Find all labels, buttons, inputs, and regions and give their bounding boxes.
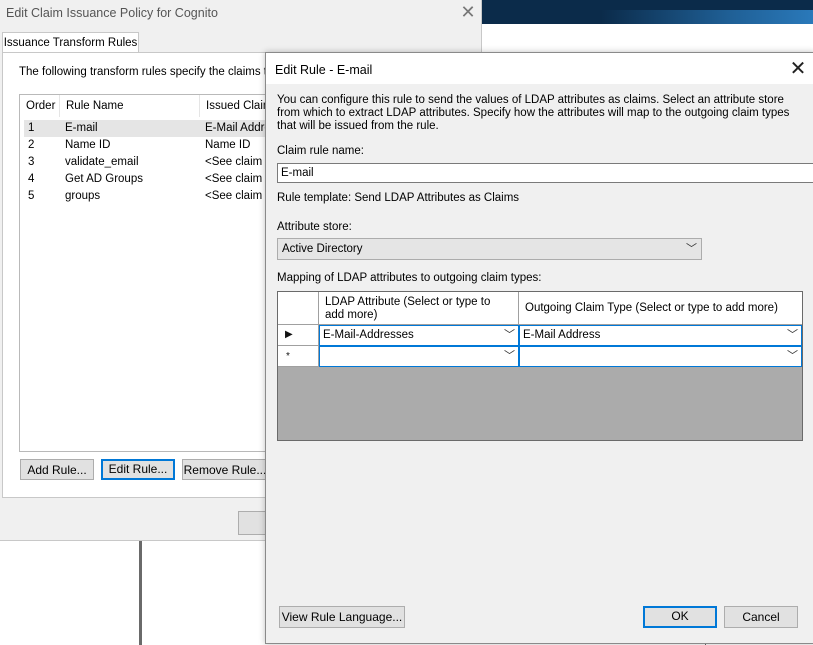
rule-issued: <See claim ru	[205, 190, 271, 202]
row-header[interactable]: *	[278, 346, 319, 367]
edit-rule-dialog: Edit Rule - E-mail ✕ You can configure t…	[265, 52, 813, 644]
rule-order: 2	[28, 139, 35, 151]
ldap-attribute-combo[interactable]: E-Mail-Addresses ﹀	[319, 325, 519, 346]
rule-name: groups	[65, 190, 101, 202]
dialog-title: Edit Rule - E-mail	[275, 63, 373, 77]
title-bar: Edit Rule - E-mail ✕	[266, 53, 813, 84]
rule-name: Get AD Groups	[65, 173, 143, 185]
table-row[interactable]: 3 validate_email <See claim ru	[24, 154, 270, 171]
rule-template-text: Rule template: Send LDAP Attributes as C…	[277, 192, 520, 204]
rule-name: Name ID	[65, 139, 111, 151]
attribute-store-value: Active Directory	[282, 243, 363, 255]
chevron-down-icon: ﹀	[504, 350, 515, 362]
rule-description: You can configure this rule to send the …	[277, 94, 790, 132]
claim-rule-name-input[interactable]: E-mail	[277, 163, 813, 183]
dialog-title: Edit Claim Issuance Policy for Cognito	[6, 6, 218, 20]
table-row[interactable]: 5 groups <See claim ru	[24, 188, 270, 205]
column-header-outgoing-claim-type[interactable]: Outgoing Claim Type (Select or type to a…	[519, 292, 802, 325]
rule-order: 4	[28, 173, 35, 185]
chevron-down-icon: ﹀	[686, 243, 697, 255]
mapping-grid[interactable]: LDAP Attribute (Select or type to add mo…	[277, 291, 803, 441]
claim-rule-name-label: Claim rule name:	[277, 145, 364, 157]
mapping-label: Mapping of LDAP attributes to outgoing c…	[277, 272, 542, 284]
outgoing-claim-type-combo[interactable]: E-Mail Address ﹀	[519, 325, 802, 346]
close-icon[interactable]: ✕	[458, 2, 478, 22]
column-header-rule-name[interactable]: Rule Name	[60, 95, 200, 117]
rules-description: The following transform rules specify th…	[19, 66, 295, 78]
tab-issuance-transform-rules[interactable]: Issuance Transform Rules	[2, 32, 139, 53]
rule-name: validate_email	[65, 156, 139, 168]
rule-issued: <See claim ru	[205, 173, 271, 185]
rule-issued: <See claim ru	[205, 156, 271, 168]
ok-button[interactable]: OK	[643, 606, 717, 628]
close-icon[interactable]: ✕	[786, 57, 810, 81]
remove-rule-button[interactable]: Remove Rule...	[182, 459, 268, 480]
edit-rule-button[interactable]: Edit Rule...	[101, 459, 175, 480]
column-header-issued-claims[interactable]: Issued Claims	[200, 95, 270, 117]
table-row[interactable]: 4 Get AD Groups <See claim ru	[24, 171, 270, 188]
outgoing-claim-type-value: E-Mail Address	[523, 329, 601, 341]
view-rule-language-button[interactable]: View Rule Language...	[279, 606, 405, 628]
chevron-down-icon: ﹀	[787, 329, 798, 341]
rule-issued: E-Mail Addre	[205, 122, 271, 134]
column-header-ldap-attribute[interactable]: LDAP Attribute (Select or type to add mo…	[319, 292, 519, 325]
new-row-icon: *	[286, 351, 290, 362]
rule-issued: Name ID	[205, 139, 251, 151]
attribute-store-label: Attribute store:	[277, 221, 352, 233]
rule-name: E-mail	[65, 122, 98, 134]
column-header-order[interactable]: Order	[20, 95, 60, 117]
chevron-down-icon: ﹀	[787, 350, 798, 362]
add-rule-button[interactable]: Add Rule...	[20, 459, 94, 480]
desktop-divider	[139, 540, 142, 645]
table-row[interactable]: 1 E-mail E-Mail Addre	[24, 120, 270, 137]
cancel-button[interactable]: Cancel	[724, 606, 798, 628]
grid-corner	[278, 292, 319, 325]
chevron-down-icon: ﹀	[504, 329, 515, 341]
ldap-attribute-value: E-Mail-Addresses	[323, 329, 414, 341]
rule-order: 5	[28, 190, 35, 202]
desktop-background-strip	[481, 0, 813, 24]
rule-order: 3	[28, 156, 35, 168]
outgoing-claim-type-combo[interactable]: ﹀	[519, 346, 802, 367]
ldap-attribute-combo[interactable]: ﹀	[319, 346, 519, 367]
attribute-store-select[interactable]: Active Directory ﹀	[277, 238, 702, 260]
table-row[interactable]: 2 Name ID Name ID	[24, 137, 270, 154]
current-row-icon: ▶	[285, 329, 293, 340]
rules-list[interactable]: Order Rule Name Issued Claims 1 E-mail E…	[19, 94, 271, 452]
rule-order: 1	[28, 122, 35, 134]
row-header[interactable]: ▶	[278, 325, 319, 346]
